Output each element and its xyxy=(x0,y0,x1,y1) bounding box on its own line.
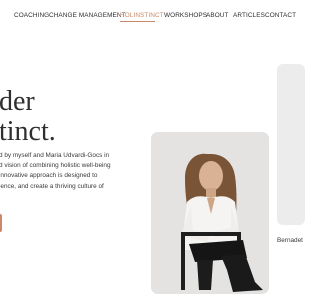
nav-holinstinct[interactable]: HOLINSTINCT xyxy=(120,12,164,19)
hero-heading-line2: tinct. xyxy=(0,116,56,147)
team-member-name: Bernadet xyxy=(277,237,303,244)
main-nav: COACHING CHANGE MANAGEMENT HOLINSTINCT W… xyxy=(0,0,300,36)
hero-description: d by myself and Maria Udvardi-Gocs in d … xyxy=(0,152,111,190)
nav-change-management[interactable]: CHANGE MANAGEMENT xyxy=(49,12,126,19)
nav-workshops[interactable]: WORKSHOPS xyxy=(164,12,207,19)
portrait-photo xyxy=(151,132,269,294)
active-nav-underline xyxy=(120,21,155,22)
nav-coaching[interactable]: COACHING xyxy=(14,12,49,19)
hero-heading-line1: der xyxy=(0,86,35,117)
team-member-photo xyxy=(277,64,305,225)
portrait-illustration xyxy=(151,132,269,294)
nav-about[interactable]: ABOUT xyxy=(206,12,229,19)
nav-articles[interactable]: ARTICLES xyxy=(233,12,265,19)
nav-contact[interactable]: CONTACT xyxy=(265,12,296,19)
cta-button[interactable] xyxy=(0,214,2,232)
